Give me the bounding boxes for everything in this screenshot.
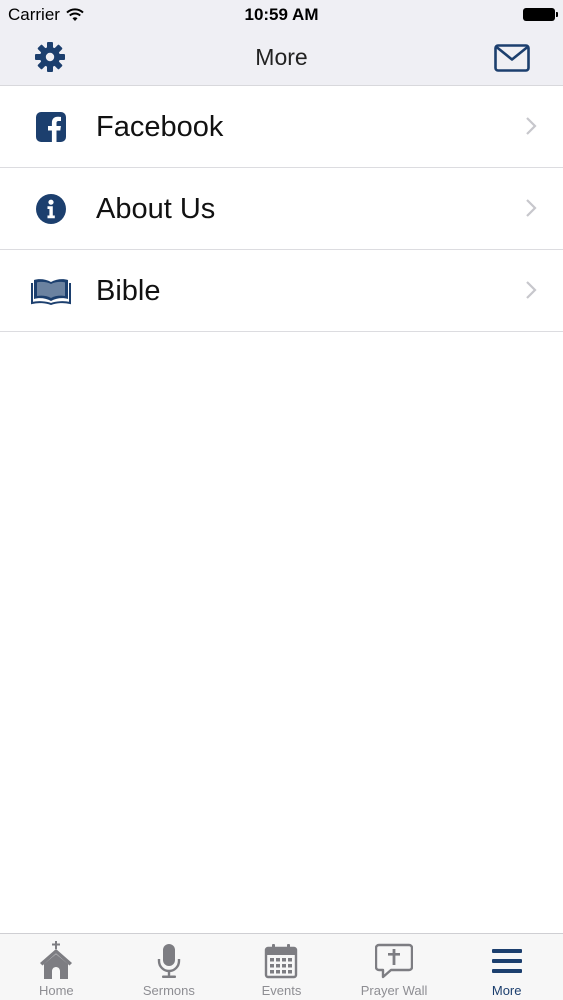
battery-icon — [523, 8, 558, 21]
status-time: 10:59 AM — [244, 5, 319, 24]
menu-item-label: About Us — [96, 193, 216, 225]
tab-bar: Home Sermons Events Prayer Wall More — [0, 933, 563, 1000]
church-icon — [40, 941, 73, 979]
tab-label: Sermons — [142, 983, 195, 998]
menu-item-bible[interactable]: Bible — [0, 250, 563, 332]
tab-label: Prayer Wall — [360, 983, 428, 998]
menu-item-about-us[interactable]: About Us — [0, 168, 563, 250]
prayer-wall-icon — [375, 943, 414, 979]
facebook-icon — [30, 109, 72, 145]
menu-item-label: Bible — [96, 275, 161, 307]
tab-events[interactable]: Events — [225, 934, 338, 1000]
mail-button[interactable] — [493, 42, 531, 74]
calendar-icon — [265, 944, 298, 979]
tab-label: Home — [38, 983, 74, 998]
bible-icon — [30, 273, 72, 309]
tab-sermons[interactable]: Sermons — [113, 934, 226, 1000]
chevron-right-icon — [526, 117, 537, 135]
hamburger-icon — [491, 949, 522, 973]
tab-label: Events — [261, 983, 302, 998]
tab-home[interactable]: Home — [0, 934, 113, 1000]
chevron-right-icon — [526, 281, 537, 299]
tab-prayer-wall[interactable]: Prayer Wall — [338, 934, 451, 1000]
page-title: More — [255, 44, 308, 70]
menu-item-label: Facebook — [96, 111, 224, 143]
navigation-bar: More — [0, 30, 563, 86]
info-icon — [30, 191, 72, 227]
tab-more[interactable]: More — [450, 934, 563, 1000]
mail-icon — [494, 44, 530, 72]
tab-label: More — [491, 983, 522, 998]
chevron-right-icon — [526, 199, 537, 217]
status-bar: Carrier 10:59 AM — [0, 0, 563, 30]
menu-item-facebook[interactable]: Facebook — [0, 86, 563, 168]
microphone-icon — [157, 944, 181, 978]
menu-list: Facebook About Us Bible — [0, 86, 563, 332]
